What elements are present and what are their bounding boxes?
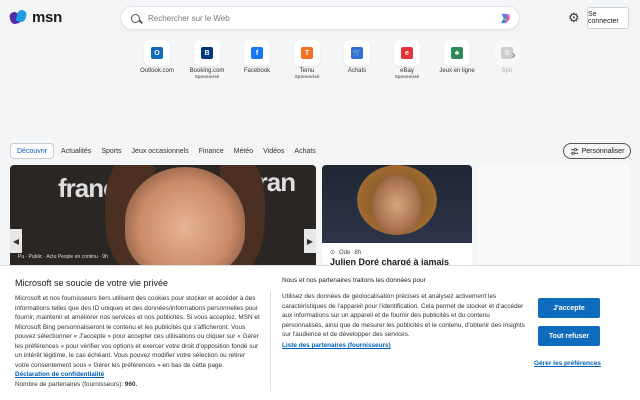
- side-card-image: [322, 165, 472, 243]
- shortcut-tile: B: [194, 40, 220, 66]
- quick-links: O Outlook.com B Booking.com Sponsorisé f Faceb…: [132, 40, 532, 79]
- consent-title: Microsoft se soucie de votre vie privée: [15, 278, 169, 288]
- cookie-consent-banner: Microsoft se soucie de votre vie privée …: [0, 265, 640, 400]
- tab-sports[interactable]: Sports: [96, 143, 126, 159]
- butterfly-logo-icon: [8, 8, 30, 26]
- settings-gear-icon[interactable]: ⚙: [568, 11, 580, 24]
- personalize-button[interactable]: Personnaliser: [563, 143, 631, 159]
- shortcut-booking-com[interactable]: B Booking.com Sponsorisé: [182, 40, 232, 79]
- tab-actualites[interactable]: Actualités: [56, 143, 96, 159]
- consent-subtitle: Nous et nos partenaires traitons les don…: [282, 277, 426, 284]
- side-card-meta: ⊙ Ode 8h: [330, 249, 362, 257]
- consent-body: Microsoft et nos fournisseurs tiers util…: [15, 294, 260, 389]
- shortcut-label: Outlook.com: [140, 68, 174, 74]
- shortcut-temu[interactable]: T Temu Sponsorisé: [282, 40, 332, 79]
- consent-divider: [270, 291, 271, 391]
- side-image-face: [372, 175, 422, 235]
- shortcut-label: Jeux en ligne: [439, 68, 475, 74]
- shortcut-tile: T: [294, 40, 320, 66]
- side-card-time: 8h: [354, 249, 362, 256]
- shortcut-label: Achats: [347, 68, 367, 74]
- msn-logo[interactable]: msn: [8, 8, 62, 26]
- consent-purposes-text: Utilisez des données de géolocalisation …: [282, 293, 525, 338]
- shortcut-tile: ♣: [444, 40, 470, 66]
- carousel-prev-button[interactable]: ◀: [10, 229, 22, 253]
- search-icon: [131, 13, 140, 23]
- shortcut-tile: e: [394, 40, 420, 66]
- shortcut-outlook-com[interactable]: O Outlook.com: [132, 40, 182, 79]
- carousel-next-button[interactable]: ▶: [304, 229, 316, 253]
- shortcut-tile: 🛒: [344, 40, 370, 66]
- hero-news-card[interactable]: france fran ◀ ▶ Pu · Public · Actu Peopl…: [10, 165, 316, 265]
- shortcut-label: Spo: [501, 68, 513, 74]
- shortcut-tile: f: [244, 40, 270, 66]
- personalize-label: Personnaliser: [581, 147, 625, 155]
- tab-decouvrir[interactable]: Découvrir: [10, 143, 54, 159]
- shortcut-label: Facebook: [243, 68, 271, 74]
- shortcut-tile: S: [494, 40, 520, 66]
- side-news-card[interactable]: ⊙ Ode 8h Julien Doré chargé à jamais: [322, 165, 472, 265]
- facebook-icon: f: [251, 47, 263, 59]
- tab-finance[interactable]: Finance: [194, 143, 229, 159]
- shortcut-ebay[interactable]: e eBay Sponsorisé: [382, 40, 432, 79]
- tab-meteo[interactable]: Météo: [229, 143, 258, 159]
- partners-count: 960.: [124, 380, 138, 388]
- side-card-title[interactable]: Julien Doré chargé à jamais: [330, 257, 449, 265]
- hero-card-source: Pu · Public · Actu People en continu · 9…: [18, 254, 108, 260]
- booking-icon: B: [201, 47, 213, 59]
- tab-videos[interactable]: Vidéos: [258, 143, 289, 159]
- partners-count-label: Nombre de partenaires (fournisseurs):: [15, 380, 123, 388]
- logo-text: msn: [32, 9, 62, 26]
- shortcut-jeux-en-ligne[interactable]: ♣ Jeux en ligne: [432, 40, 482, 79]
- sponsored-label: Sponsorisé: [394, 74, 420, 79]
- copilot-icon[interactable]: [499, 12, 512, 25]
- cards-game-icon: ♣: [451, 47, 463, 59]
- manage-preferences-link[interactable]: Gérer les préférences: [534, 360, 601, 367]
- partners-list-link[interactable]: Liste des partenaires (fournisseurs): [282, 342, 391, 349]
- sponsored-label: Sponsorisé: [294, 74, 320, 79]
- shortcut-spo[interactable]: S Spo: [482, 40, 532, 79]
- refuse-all-button[interactable]: Tout refuser: [538, 326, 600, 346]
- top-header: msn ⚙ Se connecter: [0, 0, 640, 36]
- tab-jeux-occasionnels[interactable]: Jeux occasionnels: [127, 143, 194, 159]
- sliders-icon: [570, 147, 578, 155]
- shortcut-achats[interactable]: 🛒 Achats: [332, 40, 382, 79]
- shopping-cart-icon: 🛒: [351, 47, 363, 59]
- shortcut-facebook[interactable]: f Facebook: [232, 40, 282, 79]
- temu-icon: T: [301, 47, 313, 59]
- source-logo-icon: ⊙: [330, 250, 336, 256]
- placeholder-card: [478, 165, 630, 265]
- search-bar[interactable]: [120, 6, 520, 30]
- feed-tabs: Découvrir Actualités Sports Jeux occasionne…: [10, 143, 321, 159]
- signin-button[interactable]: Se connecter: [587, 7, 629, 29]
- outlook-icon: O: [151, 47, 163, 59]
- ebay-icon: e: [401, 47, 413, 59]
- consent-body-text: Microsoft et nos fournisseurs tiers util…: [15, 295, 260, 369]
- privacy-statement-link[interactable]: Déclaration de confidentialité: [15, 371, 104, 378]
- sponsored-label: Sponsorisé: [194, 74, 220, 79]
- tab-achats[interactable]: Achats: [289, 143, 320, 159]
- side-card-source: Ode: [339, 249, 351, 256]
- search-input[interactable]: [148, 13, 478, 23]
- accept-button[interactable]: J'accepte: [538, 298, 600, 318]
- chevron-right-icon[interactable]: ›: [512, 50, 515, 61]
- shortcut-tile: O: [144, 40, 170, 66]
